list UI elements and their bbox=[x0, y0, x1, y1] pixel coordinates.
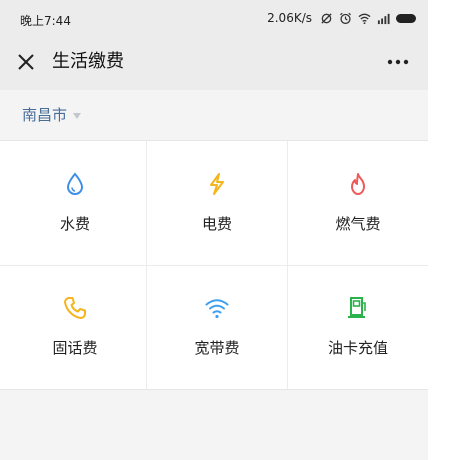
service-broadband[interactable]: 宽带费 bbox=[146, 265, 288, 389]
page-title: 生活缴费 bbox=[52, 51, 124, 72]
service-landline[interactable]: 固话费 bbox=[4, 265, 146, 389]
more-dots-icon[interactable] bbox=[386, 52, 410, 72]
service-electricity[interactable]: 电费 bbox=[146, 141, 288, 265]
sync-off-icon bbox=[321, 12, 332, 24]
city-name: 南昌市 bbox=[22, 106, 68, 124]
service-label: 燃气费 bbox=[335, 215, 381, 233]
lightning-icon bbox=[210, 173, 224, 195]
triangle-down-icon bbox=[73, 112, 82, 119]
status-bar: 晚上7:44 2.06K/s bbox=[0, 0, 428, 34]
status-time: 晚上7:44 bbox=[20, 14, 71, 28]
flame-icon bbox=[351, 173, 365, 195]
service-gas[interactable]: 燃气费 bbox=[287, 141, 428, 265]
status-right: 2.06K/s bbox=[267, 11, 416, 25]
app-screen: 晚上7:44 2.06K/s 生活缴费 南昌市 水费 电费 燃气费 固话费 宽带… bbox=[0, 0, 428, 460]
wifi-icon bbox=[205, 299, 229, 319]
service-grid: 水费 电费 燃气费 固话费 宽带费 油卡充值 bbox=[0, 140, 428, 390]
water-drop-icon bbox=[66, 172, 84, 196]
navigation-bar: 生活缴费 bbox=[0, 34, 428, 90]
service-label: 油卡充值 bbox=[327, 339, 388, 357]
service-label: 水费 bbox=[59, 215, 90, 233]
service-label: 宽带费 bbox=[194, 339, 240, 357]
signal-icon bbox=[377, 13, 390, 24]
city-bar: 南昌市 bbox=[0, 90, 428, 138]
wifi-status-icon bbox=[358, 13, 371, 24]
phone-icon bbox=[64, 297, 86, 319]
service-water[interactable]: 水费 bbox=[4, 141, 146, 265]
network-speed: 2.06K/s bbox=[267, 11, 312, 25]
service-label: 电费 bbox=[201, 215, 232, 233]
alarm-icon bbox=[340, 12, 351, 24]
city-selector[interactable]: 南昌市 bbox=[22, 104, 82, 125]
service-fuel-card[interactable]: 油卡充值 bbox=[287, 265, 428, 389]
service-label: 固话费 bbox=[52, 339, 98, 357]
fuel-pump-icon bbox=[348, 297, 366, 318]
close-icon[interactable] bbox=[14, 50, 38, 74]
battery-icon bbox=[396, 13, 416, 23]
